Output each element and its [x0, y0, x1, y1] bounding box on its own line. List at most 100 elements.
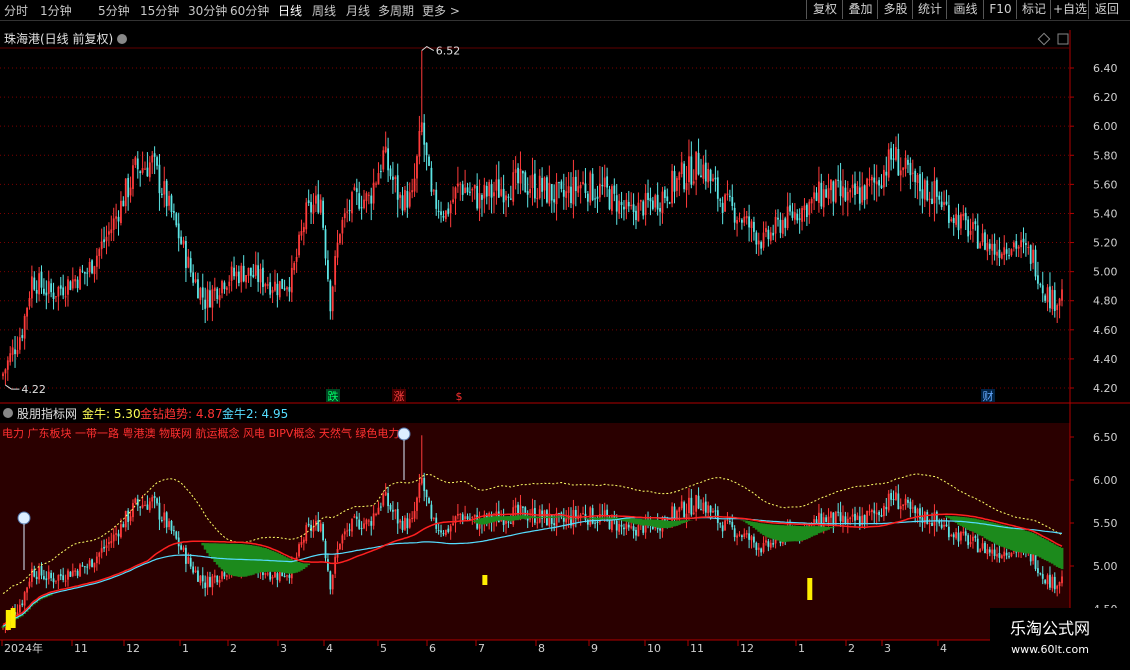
candle-body [728, 195, 731, 198]
candle-body [288, 575, 291, 578]
candle-body [700, 509, 702, 511]
toolbar-button-4[interactable]: 画线 [946, 0, 984, 19]
tab-period-8[interactable]: 月线 [346, 2, 370, 19]
candle-body [553, 199, 556, 203]
candle-body [192, 566, 195, 573]
tab-period-7[interactable]: 周线 [312, 2, 336, 19]
candle-body [1012, 242, 1015, 248]
tab-period-4[interactable]: 30分钟 [188, 2, 227, 19]
kline-chart[interactable]: 6.40 6.20 6.00 5.80 5.60 5.40 5.20 5.00 4.80 4.60… [0, 20, 1130, 670]
indicator-dropdown-icon[interactable] [3, 408, 13, 418]
candle-body [134, 157, 137, 165]
candle-body [991, 549, 994, 554]
toolbar-button-5[interactable]: F10 [983, 0, 1017, 19]
candle-body [834, 179, 837, 203]
tab-period-6[interactable]: 日线 [278, 2, 302, 19]
tab-period-5[interactable]: 60分钟 [230, 2, 269, 19]
candle-body [442, 533, 445, 535]
candle-body [950, 535, 953, 537]
tab-period-3[interactable]: 15分钟 [140, 2, 179, 19]
candle-body [170, 520, 173, 531]
candle-body [185, 240, 187, 269]
toolbar-button-2[interactable]: 多股 [877, 0, 913, 19]
candle-body [940, 524, 943, 528]
candle-body [384, 492, 387, 496]
candle-body [370, 195, 373, 204]
candle-body [298, 544, 300, 557]
candle-body [120, 524, 122, 538]
candle-body [221, 571, 223, 579]
candle-body [336, 242, 339, 258]
toolbar-button-3[interactable]: 统计 [912, 0, 947, 19]
stock-title: 珠海港(日线 前复权) [4, 31, 113, 46]
tab-period-2[interactable]: 5分钟 [98, 2, 130, 19]
candle-body [1010, 249, 1013, 256]
candle-body [676, 510, 678, 519]
candle-body [1056, 305, 1059, 311]
candle-body [35, 290, 38, 294]
indicator-name: 股朋指标网 [17, 406, 77, 421]
tab-period-10[interactable]: 更多 > [422, 2, 460, 19]
candle-body [62, 575, 65, 581]
candle-body [481, 195, 483, 200]
candle-body [394, 510, 397, 512]
candle-body [945, 524, 948, 527]
tab-period-9[interactable]: 多周期 [378, 2, 414, 19]
toolbar-button-7[interactable]: +自选 [1050, 0, 1089, 19]
candle-body [678, 507, 681, 512]
candle-body [998, 249, 1001, 258]
toolbar-button-0[interactable]: 复权 [806, 0, 843, 19]
candle-body [1053, 576, 1056, 590]
candle-body [413, 511, 416, 519]
candle-body [685, 183, 688, 191]
candle-body [153, 496, 156, 499]
candle-body [211, 576, 214, 588]
candle-body [447, 208, 450, 215]
candle-body [935, 179, 938, 197]
candle-body [180, 545, 183, 550]
candle-body [346, 530, 349, 532]
candle-body [456, 183, 459, 187]
candle-body [914, 170, 917, 183]
candle-body [740, 219, 743, 223]
toolbar-button-6[interactable]: 标记 [1016, 0, 1051, 19]
candle-body [500, 189, 503, 196]
candle-body [324, 540, 327, 559]
tab-period-0[interactable]: 分时 [4, 2, 28, 19]
candle-body [38, 273, 41, 295]
candle-body [611, 186, 613, 211]
dropdown-icon[interactable] [117, 34, 127, 44]
candle-body [767, 541, 770, 547]
candle-body [690, 497, 693, 515]
candle-body [714, 177, 717, 180]
candle-body [411, 190, 414, 193]
candle-body [355, 188, 358, 192]
candle-body [1041, 574, 1044, 579]
buy-bar [482, 575, 488, 585]
candle-body [955, 532, 957, 539]
candle-body [127, 510, 130, 522]
indicator-tick-label: 6.00 [1093, 474, 1118, 487]
candle-body [83, 271, 86, 274]
candle-body [360, 207, 363, 209]
candle-body [495, 179, 498, 191]
candle-body [432, 190, 435, 192]
toolbar-button-8[interactable]: 返回 [1088, 0, 1125, 19]
candle-body [596, 521, 599, 523]
toolbar-button-1[interactable]: 叠加 [842, 0, 878, 19]
candle-body [271, 576, 274, 579]
candle-body [707, 168, 710, 183]
candle-body [509, 198, 512, 200]
candle-body [129, 516, 132, 521]
candle-body [329, 280, 332, 312]
candle-body [870, 176, 873, 181]
concept-tags: 电力 广东板块 一带一路 粤港澳 物联网 航运概念 风电 BIPV概念 天然气 … [2, 426, 399, 440]
tab-period-1[interactable]: 1分钟 [40, 2, 72, 19]
price-tick-label: 6.00 [1093, 120, 1118, 133]
candle-body [14, 349, 16, 355]
candle-body [437, 530, 440, 532]
indicator-tick-label: 5.00 [1093, 560, 1118, 573]
candle-body [505, 195, 507, 201]
candle-body [875, 181, 878, 185]
candle-body [213, 575, 216, 578]
